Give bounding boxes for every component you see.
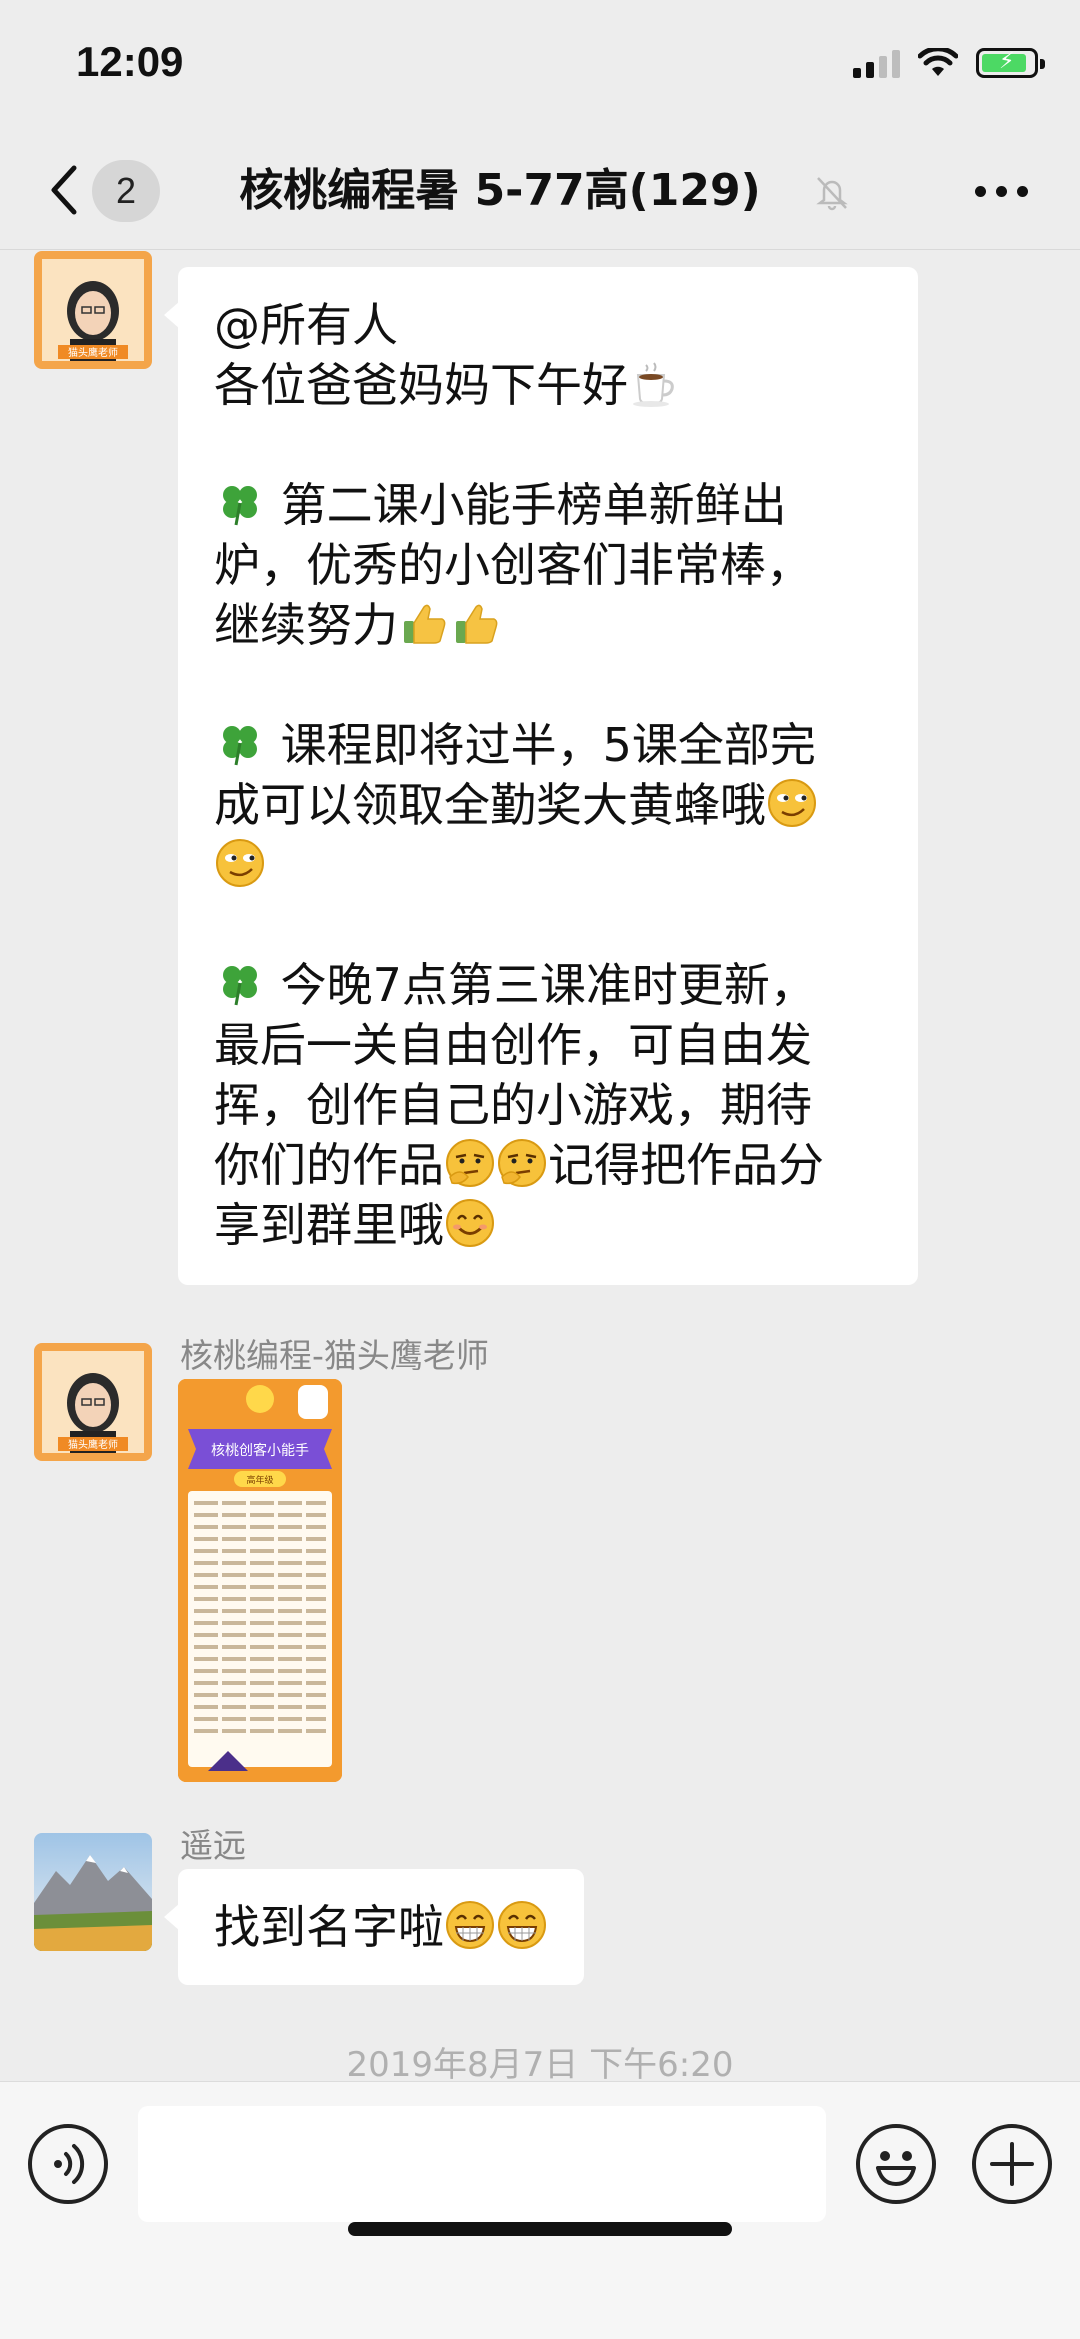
voice-icon[interactable] bbox=[28, 2124, 108, 2204]
thinking-emoji-icon bbox=[498, 1139, 546, 1187]
image-banner: 核桃创客小能手 bbox=[211, 1442, 309, 1459]
input-bar bbox=[0, 2081, 1080, 2339]
message-line: 记得把作品分 bbox=[548, 1138, 824, 1192]
smirk-emoji-icon bbox=[768, 779, 816, 827]
unread-count-badge[interactable]: 2 bbox=[92, 160, 160, 222]
smirk-emoji-icon bbox=[216, 839, 264, 887]
thumbs-up-emoji-icon bbox=[456, 604, 498, 644]
avatar[interactable] bbox=[34, 1833, 152, 1951]
smiley-icon[interactable] bbox=[856, 2124, 936, 2204]
chevron-left-icon[interactable] bbox=[44, 162, 84, 218]
battery-icon: ⚡ bbox=[976, 48, 1045, 78]
clover-emoji-icon bbox=[223, 966, 257, 1006]
message-bubble[interactable]: @所有人 各位爸爸妈妈下午好 第二课小能手榜单新鲜出 炉，优秀的小创客们非常棒，… bbox=[164, 267, 918, 1285]
thinking-emoji-icon bbox=[446, 1139, 494, 1187]
message-line: 享到群里哦 bbox=[214, 1198, 444, 1252]
message-line: 第二课小能手榜单新鲜出 bbox=[266, 478, 787, 532]
message-list[interactable]: 猫头鹰老师 @所有人 各位爸爸妈妈下午好 第二课小能手榜单新鲜出 炉，优秀的小创… bbox=[0, 251, 1080, 2081]
status-bar: 12:09 ⚡ bbox=[0, 0, 1080, 130]
clover-emoji-icon bbox=[223, 726, 257, 766]
message-line: 成可以领取全勤奖大黄蜂哦 bbox=[214, 778, 766, 832]
sender-name: 核桃编程-猫头鹰老师 bbox=[180, 1336, 489, 1375]
grin-emoji-icon bbox=[446, 1901, 494, 1949]
message-line: 你们的作品 bbox=[214, 1138, 444, 1192]
ellipsis-icon[interactable] bbox=[975, 186, 1028, 197]
plus-icon[interactable] bbox=[972, 2124, 1052, 2204]
image-ribbon: 高年级 bbox=[246, 1474, 273, 1486]
message-text: 找到名字啦 bbox=[214, 1900, 444, 1954]
coffee-emoji-icon bbox=[633, 362, 674, 407]
message-line: 课程即将过半，5课全部完 bbox=[266, 718, 816, 772]
thumbs-up-emoji-icon bbox=[404, 604, 446, 644]
chat-header: 2 核桃编程暑 5-77高(129) bbox=[0, 130, 1080, 250]
smile-emoji-icon bbox=[446, 1199, 494, 1247]
message-line: 最后一关自由创作，可自由发 bbox=[214, 1018, 812, 1072]
status-time: 12:09 bbox=[76, 38, 184, 85]
clover-emoji-icon bbox=[223, 486, 257, 526]
cellular-signal-icon bbox=[853, 48, 900, 78]
chat-title: 核桃编程暑 5-77高(129) bbox=[239, 165, 761, 216]
grin-emoji-icon bbox=[498, 1901, 546, 1949]
message-line: 炉，优秀的小创客们非常棒， bbox=[214, 538, 812, 592]
message-line: @所有人 bbox=[214, 298, 398, 352]
avatar[interactable]: 猫头鹰老师 bbox=[34, 1343, 152, 1461]
status-icons: ⚡ bbox=[853, 48, 1045, 78]
avatar[interactable]: 猫头鹰老师 bbox=[34, 251, 152, 369]
message-bubble[interactable]: 找到名字啦 bbox=[164, 1869, 584, 1985]
home-indicator[interactable] bbox=[348, 2222, 732, 2236]
wifi-icon bbox=[918, 48, 958, 76]
message-input[interactable] bbox=[138, 2106, 826, 2222]
message-line: 继续努力 bbox=[214, 598, 398, 652]
message-line: 挥，创作自己的小游戏，期待 bbox=[214, 1078, 812, 1132]
avatar-label: 猫头鹰老师 bbox=[68, 346, 118, 359]
avatar-label: 猫头鹰老师 bbox=[68, 1438, 118, 1451]
message-line: 今晚7点第三课准时更新， bbox=[266, 958, 816, 1012]
bell-slash-icon bbox=[816, 177, 848, 211]
image-message[interactable]: 核桃创客小能手 高年级 bbox=[178, 1379, 342, 1782]
timestamp: 2019年8月7日 下午6:20 bbox=[346, 2045, 734, 2081]
sender-name: 遥远 bbox=[180, 1826, 246, 1865]
message-line: 各位爸爸妈妈下午好 bbox=[214, 358, 628, 412]
